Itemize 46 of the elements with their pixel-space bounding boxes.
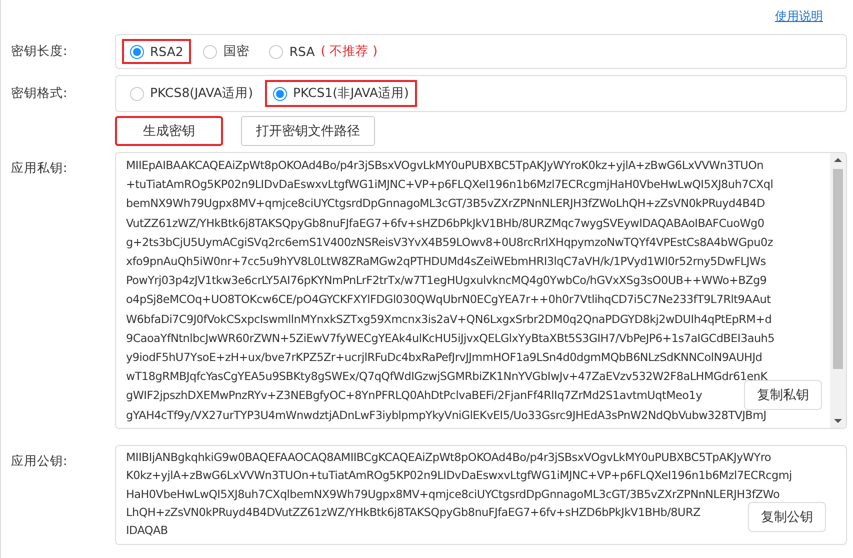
option-label: RSA — [289, 44, 315, 59]
radio-button[interactable] — [130, 44, 144, 58]
option-label: 国密 — [223, 43, 250, 60]
key-text-line: PowYrj03p4zJV1tkw3e6crLY5AI76pKYNmPnLrF2trTx/w7T1egHUgxulvkncMQ4g0YwbCo/hGVxXSg3sO0UB++WWo+BZg9 — [126, 273, 767, 290]
radio-option[interactable]: PKCS1(非JAVA适用) — [264, 80, 417, 107]
radio-button[interactable] — [203, 44, 218, 58]
option-label: PKCS1(非JAVA适用) — [292, 85, 409, 102]
key-text-line: y9iodF5hU7YsoE+zH+ux/bve7rKPZ5Zr+ucrjlRFuDc4bxRaPefJrvJJmmHOF1a9LSn4d0dgmMQbB6NLzSdKNNColN9AUHJd — [126, 350, 762, 366]
field-label: 密钥长度: — [10, 43, 68, 60]
key-text-line: xfo9pnAuQh5iW0nr+7cc5u9hYV8L0LtW8ZRaMGw2qPTHDUMd4sZeiWEbmHRI3lqC7aVH/k/1PVyd1WI0r52rny5DwFLJWs — [126, 254, 766, 270]
key-text-line: o4pSj8eMCOq+UO8TOKcw6CE/pO4GYCKFXYlFDGl030QWqUbrN0ECgYEA7r++0h0r7VtlihqCD7i5C7Ne233fT9L7Rlt9AAut — [126, 292, 771, 308]
warning-note: ( 不推荐 ) — [320, 43, 378, 60]
key-text-line: gYAH4cTf9y/VX27urTYP3U4mWnwdztjADnLwF3iyblpmpYkyVniGlEKvEI5/Uo33Gsrc9JHEdA3sPnW2NdQbVubw328TVJBmJ — [126, 408, 766, 424]
field-label: 应用公钥: — [10, 452, 68, 470]
key-text-line: bemNX9Wh79Ugpx8MV+qmjce8ciUYCtgsrdDpGnnagoML3cGT/3B5vZXrZPNnNLERJH3fZWoLhQH+zZsVN0kPRuyd4B4D — [126, 196, 765, 212]
key-text-line: +tuTiatAmROg5KP02n9LIDvDaEswxvLtgfWG1iMJNC+VP+p6FLQXeI196n1b6Mzl7ECRcgmjHaH0VbeHwLwQI5XJ8uh7CXql — [126, 177, 774, 194]
key-text-line: g+2ts3bCjU5UymACgiSVq2rc6emS1V400zNSReisV3YvX4B59LOwv8+0U8rcRrIXHqpymzoNwTQYf4VPEstCs8A4bWGpu0z — [126, 234, 773, 251]
radio-option[interactable]: RSA2 — [122, 39, 192, 64]
key-text-line: W6bfaDi7C9J0fVokCSxpcIswmllnMYnxkSZTxg59Xmcnx3is2aV+QN6LxgxSrbr2DM0q2QnaPDGYD8kj2wDUIh4qPtEpRM+d — [126, 312, 772, 328]
action-button[interactable]: 打开密钥文件路径 — [241, 116, 375, 146]
option-label: RSA2 — [150, 44, 184, 59]
help-link[interactable]: 使用说明 — [775, 8, 823, 30]
key-text-line: HaH0VbeHwLwQI5XJ8uh7CXqlbemNX9Wh79Ugpx8MV+qmjce8ciUYCtgsrdDpGnnagoML3cGT/3B5vZXrZPNnNLERJH3fZWo — [126, 486, 780, 503]
key-text-line: K0kz+yjlA+zBwG6LxVVWn3TUOn+tuTiatAmROg5KP02n9LIDvDaEswxvLtgfWG1iMJNC+VP+p6FLQXeI196n1b6Mzl7ECRcgmj — [126, 468, 792, 484]
option-label: PKCS8(JAVA适用) — [150, 85, 253, 102]
field-label: 密钥格式: — [10, 85, 68, 102]
key-text-line: LhQH+zZsVN0kPRuyd4B4DVutZZ61zWZ/YHkBtk6j8TAKSQpyGb8nuFJfaEG7+6fv+sHZD6bPkJkV1BHb/8URZ — [126, 505, 700, 522]
key-text-line: gWIF2jpszhDXEMwPnzRYv+Z3NEBgfyOC+8YnPFRLQ0AhDtPclvaBEFi/2FjanFf4RlIq7ZrMd2S1avtmUqtMeo1y — [126, 388, 702, 404]
key-text-area[interactable] — [115, 152, 847, 429]
radio-option[interactable]: RSA ( 不推荐 ) — [261, 38, 386, 65]
key-text-line: MIIBIjANBgkqhkiG9w0BAQEFAAOCAQ8AMIIBCgKCAQEAiZpWt8pOKOAd4Bo/p4r3jSBsxVOgvLkMY0uPUBXBC5TpAKJyWYro — [126, 450, 772, 466]
key-text-area[interactable] — [115, 444, 847, 545]
action-button[interactable]: 生成密钥 — [115, 116, 223, 146]
key-text-line: 9CaoaYfNtnlbcJwWR60rZWN+5ZiEwV7fyWECgYEAk4ulKcHU5iJjvxQELGlxYyBtaXBt5S3GIH7/VbPeJP6+1s7aIGCdBEI3auh5 — [126, 330, 774, 347]
field-label: 应用私钥: — [10, 159, 68, 177]
key-text-line: MIIEpAIBAAKCAQEAiZpWt8pOKOAd4Bo/p4r3jSBsxVOgvLkMY0uPUBXBC5TpAKJyWYroK0kz+yjlA+zBwG6LxVVWn3TUOn — [126, 158, 764, 174]
radio-button[interactable] — [130, 86, 144, 100]
radio-button[interactable] — [272, 86, 287, 100]
copy-button[interactable]: 复制公钥 — [748, 502, 826, 532]
radio-option[interactable]: 国密 — [195, 38, 258, 65]
key-text-line: IDAQAB — [126, 523, 168, 540]
key-text-line: VutZZ61zWZ/YHkBtk6j8TAKSQpyGb8nuFJfaEG7+6fv+sHZD6bPkJkV1BHb/8URZMqc7wygSVEywIDAQABAoIBAFCuoWg0 — [126, 216, 764, 232]
radio-button[interactable] — [269, 44, 284, 58]
copy-button[interactable]: 复制私钥 — [744, 380, 822, 410]
radio-option[interactable]: PKCS8(JAVA适用) — [122, 80, 261, 107]
scrollbar[interactable] — [830, 153, 846, 428]
